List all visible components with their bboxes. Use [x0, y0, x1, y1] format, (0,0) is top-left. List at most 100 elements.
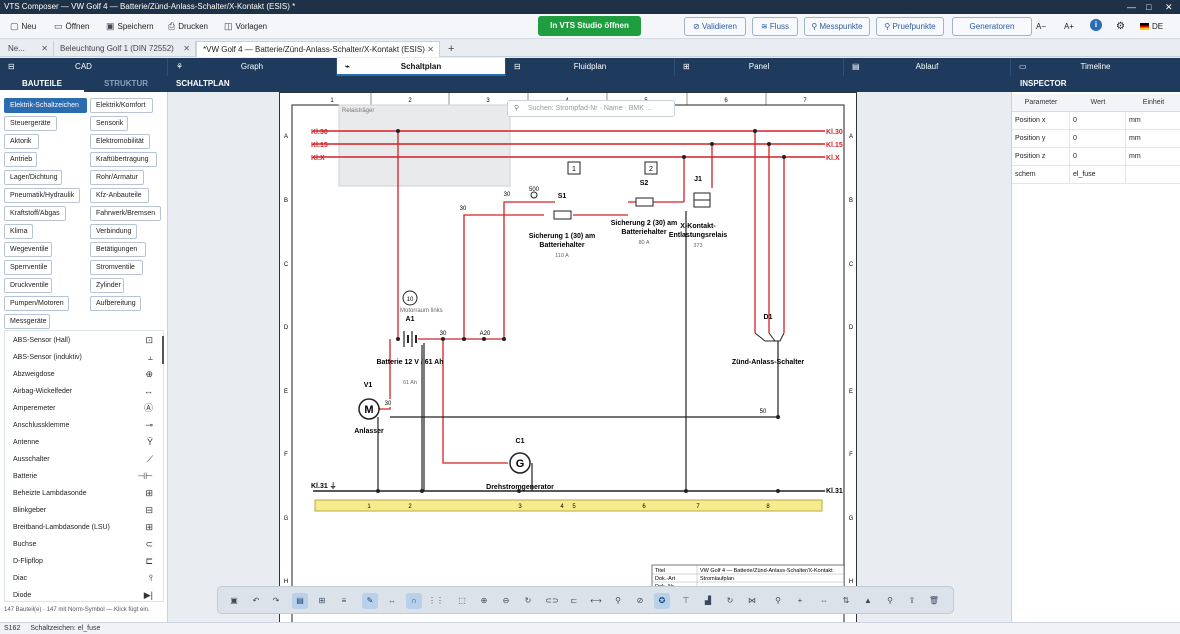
grid-icon[interactable]: ⊞: [314, 593, 330, 609]
list-item[interactable]: Diac ⫯: [5, 570, 161, 587]
fuse-symbol[interactable]: [553, 210, 572, 220]
export-icon[interactable]: ⇪: [904, 593, 920, 609]
category-chip[interactable]: Pumpen/Motoren: [4, 296, 69, 311]
page-icon[interactable]: ▤: [292, 593, 308, 609]
category-chip[interactable]: Messgeräte: [4, 314, 50, 329]
select-icon[interactable]: ⬚: [454, 593, 470, 609]
print-button[interactable]: ⎙ Drucken: [168, 18, 208, 35]
font-larger-button[interactable]: A+: [1064, 18, 1074, 35]
list-item[interactable]: Amperemeter Ⓐ: [5, 400, 161, 417]
category-chip[interactable]: Elektrik/Komfort: [90, 98, 153, 113]
width-icon[interactable]: ⟷: [588, 593, 604, 609]
ignition-switch-symbol[interactable]: [754, 332, 785, 342]
category-chip[interactable]: Klima: [4, 224, 33, 239]
list-item[interactable]: Batterie ⊣⊢: [5, 468, 161, 485]
fit-width-icon[interactable]: ⇔: [816, 593, 832, 609]
magnet-icon[interactable]: ∩: [406, 593, 422, 609]
category-chip[interactable]: Stromventile: [90, 260, 143, 275]
doc-tab-golf4[interactable]: *VW Golf 4 — Batterie/Zünd-Anlass-Schalt…: [196, 41, 440, 57]
open-in-studio-button[interactable]: In VTS Studio öffnen: [538, 16, 641, 36]
list-item[interactable]: Beheizte Lambdasonde ⊞: [5, 485, 161, 502]
rotate-icon[interactable]: ↻: [722, 593, 738, 609]
save-button[interactable]: ▣ Speichern: [106, 18, 154, 35]
align-top-icon[interactable]: ⊤: [678, 593, 694, 609]
open-button[interactable]: ▭ Öffnen: [54, 18, 89, 35]
list-item[interactable]: Ausschalter ⟋: [5, 451, 161, 468]
tab-struktur[interactable]: STRUKTUR: [84, 76, 168, 92]
inspector-value[interactable]: el_fuse: [1070, 166, 1126, 184]
doc-tab-beleuchtung[interactable]: Beleuchtung Golf 1 (DIN 72552) ✕: [54, 41, 196, 57]
search-zoom-icon[interactable]: ⚲: [770, 593, 786, 609]
templates-button[interactable]: ◫ Vorlagen: [224, 18, 267, 35]
delete-icon[interactable]: 🗑: [926, 593, 942, 609]
validate-button[interactable]: ⊘ Validieren: [684, 17, 746, 36]
inspector-value[interactable]: 0: [1070, 148, 1126, 166]
maximize-button[interactable]: □: [1146, 0, 1151, 14]
wheel-icon[interactable]: ✪: [654, 593, 670, 609]
generators-button[interactable]: Generatoren: [952, 17, 1032, 36]
category-chip[interactable]: Zylinder: [90, 278, 124, 293]
category-chip[interactable]: Betätigungen: [90, 242, 146, 257]
category-chip[interactable]: Antrieb: [4, 152, 37, 167]
close-tab-icon[interactable]: ✕: [41, 41, 48, 57]
category-chip[interactable]: Kraftstoff/Abgas: [4, 206, 66, 221]
inspector-value[interactable]: 0: [1070, 112, 1126, 130]
shuffle-icon[interactable]: ⇅: [838, 593, 854, 609]
add-tab-button[interactable]: +: [442, 41, 458, 57]
zoom-out-icon[interactable]: ⊖: [498, 593, 514, 609]
stretch-icon[interactable]: ↔: [384, 593, 400, 609]
list-item[interactable]: ABS-Sensor (induktiv) ⫠: [5, 349, 161, 366]
category-chip[interactable]: Wegeventile: [4, 242, 52, 257]
check-icon[interactable]: ⊘: [632, 593, 648, 609]
section-timeline[interactable]: ▭ Timeline: [1011, 58, 1180, 76]
measure-points-button[interactable]: ⚲ Messpunkte: [804, 17, 870, 36]
dots-grid-icon[interactable]: ⋮⋮: [428, 593, 444, 609]
list-item[interactable]: Antenne Ϋ: [5, 434, 161, 451]
schematic-canvas[interactable]: 1234567AABBCCDDEEFFGGHHRelaisträgerKl.30…: [168, 92, 1011, 622]
section-ablauf[interactable]: ▤ Ablauf: [844, 58, 1011, 76]
location-icon[interactable]: ⚲: [882, 593, 898, 609]
list-item[interactable]: Blinkgeber ⊟: [5, 502, 161, 519]
doc-tab-new[interactable]: Ne... ✕: [2, 41, 54, 57]
category-chip[interactable]: Kfz-Anbauteile: [90, 188, 149, 203]
info-icon[interactable]: i: [1090, 19, 1102, 31]
probe-icon[interactable]: ⚲: [610, 593, 626, 609]
list-item[interactable]: Airbag-Wickelfeder ↔: [5, 383, 161, 400]
new-button[interactable]: ▢ Neu: [10, 18, 36, 35]
list-item[interactable]: Buchse ⊂: [5, 536, 161, 553]
category-chip[interactable]: Elektrik-Schaltzeichen: [4, 98, 87, 113]
category-chip[interactable]: Kraftübertragung: [90, 152, 157, 167]
category-chip[interactable]: Rohr/Armatur: [90, 170, 144, 185]
flip-icon[interactable]: ⋈: [744, 593, 760, 609]
check-points-button[interactable]: ⚲ Pruefpunkte: [876, 17, 944, 36]
section-cad[interactable]: ⊟ CAD: [0, 58, 168, 76]
category-chip[interactable]: Elektromobilität: [90, 134, 150, 149]
category-chip[interactable]: Lager/Dichtung: [4, 170, 62, 185]
add-icon[interactable]: +: [792, 593, 808, 609]
signal-icon[interactable]: ▲: [860, 593, 876, 609]
pin-left-icon[interactable]: ⊏: [566, 593, 582, 609]
list-item[interactable]: ABS-Sensor (Hall) ⊡: [5, 332, 161, 349]
section-schaltplan[interactable]: ⌁ Schaltplan: [337, 58, 506, 76]
align-icon[interactable]: ≡: [336, 593, 352, 609]
category-chip[interactable]: Steuergeräte: [4, 116, 57, 131]
list-scrollbar[interactable]: [162, 336, 164, 364]
category-chip[interactable]: Sperrventile: [4, 260, 52, 275]
schematic-search-input[interactable]: ⚲ Suchen: Strompfad-Nr · Name · BMK ...: [507, 100, 675, 117]
close-window-button[interactable]: ✕: [1165, 0, 1173, 14]
list-item[interactable]: Abzweigdose ⊕: [5, 366, 161, 383]
list-item[interactable]: Breitband-Lambdasonde (LSU) ⊞: [5, 519, 161, 536]
category-chip[interactable]: Pneumatik/Hydraulik: [4, 188, 80, 203]
chart-icon[interactable]: ▟: [700, 593, 716, 609]
link-icon[interactable]: ⊂⊃: [544, 593, 560, 609]
list-item[interactable]: D-Flipflop ⊏: [5, 553, 161, 570]
font-smaller-button[interactable]: A−: [1036, 18, 1046, 35]
fuse-symbol[interactable]: [635, 197, 654, 207]
list-item[interactable]: Diode ▶|: [5, 587, 161, 601]
tab-bauteile[interactable]: BAUTEILE: [0, 76, 84, 92]
zoom-in-icon[interactable]: ⊕: [476, 593, 492, 609]
image-icon[interactable]: ▣: [226, 593, 242, 609]
category-chip[interactable]: Druckventile: [4, 278, 52, 293]
settings-gear-icon[interactable]: ⚙: [1116, 18, 1125, 35]
minimize-button[interactable]: —: [1127, 0, 1136, 14]
